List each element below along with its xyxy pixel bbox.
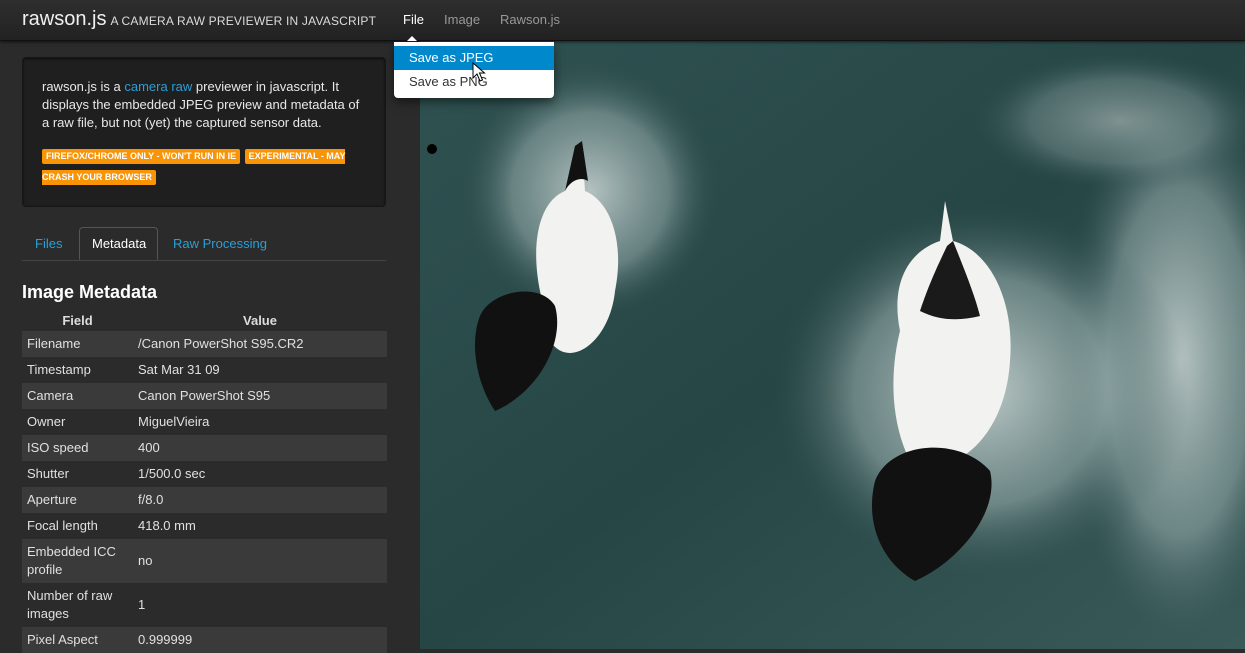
value-cell: 400 — [133, 435, 387, 461]
table-row: Focal length 418.0 mm — [22, 513, 387, 539]
table-row: Owner MiguelVieira — [22, 409, 387, 435]
value-cell: Canon PowerShot S95 — [133, 383, 387, 409]
nav-file-menu[interactable]: File — [403, 12, 424, 27]
field-cell: Filename — [22, 331, 133, 357]
nav-image-menu[interactable]: Image — [444, 12, 480, 27]
intro-text-start: rawson.js is a — [42, 79, 125, 94]
badge-row: FIREFOX/CHROME ONLY - WON'T RUN IN IE EX… — [42, 145, 366, 187]
field-cell: Aperture — [22, 487, 133, 513]
sidebar-tabs: Files Metadata Raw Processing — [22, 227, 386, 261]
table-row: Aperture f/8.0 — [22, 487, 387, 513]
tab-files[interactable]: Files — [35, 227, 62, 260]
table-row: Filename/Canon PowerShot S95.CR2 — [22, 331, 387, 357]
metadata-table: Field Value Filename/Canon PowerShot S95… — [22, 309, 387, 653]
brand-tagline: A CAMERA RAW PREVIEWER IN JAVASCRIPT — [110, 14, 377, 28]
field-cell: ISO speed — [22, 435, 133, 461]
metadata-title: Image Metadata — [22, 282, 158, 302]
app-brand[interactable]: rawson.js A CAMERA RAW PREVIEWER IN JAVAS… — [22, 8, 376, 31]
table-row: ISO speed 400 — [22, 435, 387, 461]
raw-preview-image — [420, 41, 1245, 649]
field-cell: Number of raw images — [27, 588, 113, 621]
value-cell: 1/500.0 sec — [138, 466, 206, 481]
intro-text: rawson.js is a camera raw previewer in j… — [42, 78, 366, 132]
field-cell: Camera — [22, 383, 133, 409]
value-cell: 418.0 mm — [138, 518, 196, 533]
table-row: Timestamp Sat Mar 31 09 — [22, 357, 387, 383]
value-cell: f/8.0 — [133, 487, 387, 513]
value-cell: 1 — [138, 597, 146, 612]
field-cell: Timestamp — [27, 362, 91, 377]
table-row: Embedded ICC profile no — [22, 539, 387, 583]
nav-rawsonjs-link[interactable]: Rawson.js — [500, 12, 560, 27]
intro-well: rawson.js is a camera raw previewer in j… — [22, 57, 386, 207]
field-column-header: Field — [62, 312, 93, 328]
table-row: Shutter 1/500.0 sec — [22, 461, 387, 487]
mouse-cursor-icon — [472, 62, 486, 82]
field-cell: Shutter — [27, 466, 69, 481]
field-cell: Pixel Aspect — [22, 627, 133, 653]
dolphins-photo-icon — [420, 41, 1245, 649]
browser-support-badge: FIREFOX/CHROME ONLY - WON'T RUN IN IE — [42, 149, 241, 164]
value-cell: Sat Mar 31 09 — [138, 362, 220, 377]
brand-name: rawson.js — [22, 8, 107, 30]
table-row: Camera Canon PowerShot S95 — [22, 383, 387, 409]
value-cell: MiguelVieira — [138, 414, 210, 429]
dropdown-caret-icon — [407, 36, 417, 41]
sidebar: rawson.js is a camera raw previewer in j… — [0, 41, 410, 653]
tab-metadata[interactable]: Metadata — [79, 227, 158, 260]
tab-raw-processing[interactable]: Raw Processing — [173, 227, 267, 260]
field-cell: Owner — [27, 414, 66, 429]
top-navbar: rawson.js A CAMERA RAW PREVIEWER IN JAVAS… — [0, 0, 1245, 41]
value-cell: 0.999999 — [133, 627, 387, 653]
value-column-header: Value — [243, 312, 277, 328]
field-cell: Embedded ICC profile — [22, 539, 133, 583]
table-row: Number of raw images 1 — [22, 583, 387, 627]
table-row: Pixel Aspect 0.999999 — [22, 627, 387, 653]
value-cell: no — [133, 539, 387, 583]
field-cell: Focal length — [27, 518, 98, 533]
camera-raw-link[interactable]: camera raw — [124, 79, 192, 94]
value-cell: /Canon PowerShot S95.CR2 — [133, 331, 387, 357]
